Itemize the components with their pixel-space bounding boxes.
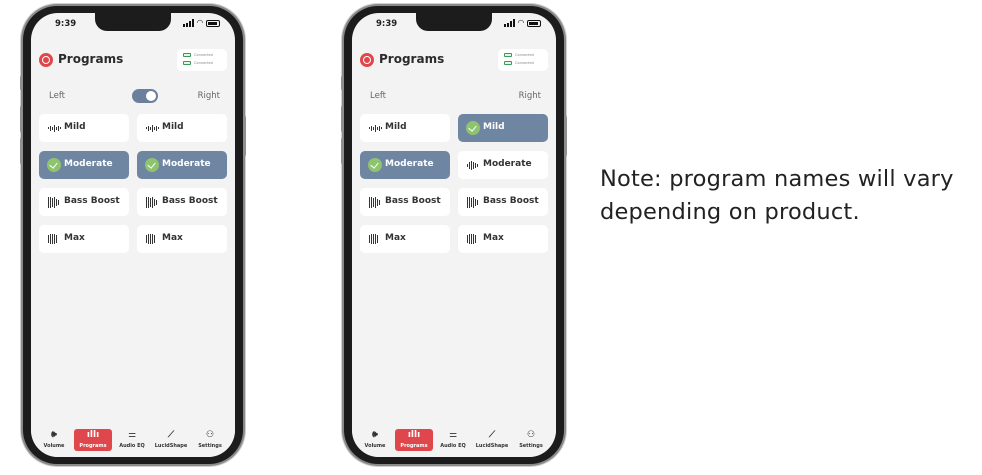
- app-logo-icon: [360, 53, 374, 67]
- right-program-bass-boost[interactable]: Bass Boost: [458, 188, 548, 216]
- note-text: Note: program names will vary depending …: [600, 163, 954, 229]
- waveform-icon: [369, 233, 385, 245]
- waveform-icon: [48, 196, 64, 208]
- note-line-2: depending on product.: [600, 199, 860, 225]
- sliders-icon: ⚌: [127, 430, 137, 440]
- waveform-icon: [369, 196, 385, 208]
- tab-programs[interactable]: ıllı Programs: [74, 429, 112, 451]
- wifi-icon: ◠: [196, 18, 203, 27]
- check-icon: [466, 121, 480, 135]
- tab-audio-eq[interactable]: ⚌ Audio EQ: [434, 429, 472, 451]
- right-label: Right: [197, 91, 220, 101]
- waveform-icon: [146, 196, 162, 208]
- left-label: Left: [49, 91, 65, 101]
- speaker-icon: 🕪: [51, 430, 57, 440]
- tab-lucidshape[interactable]: ⟋ LucidShape: [152, 429, 190, 451]
- check-icon: [47, 158, 61, 172]
- right-program-moderate[interactable]: Moderate: [458, 151, 548, 179]
- waveform-icon: [48, 233, 64, 245]
- status-bar: 9:39 ◠: [31, 18, 235, 32]
- waveform-icon: [146, 233, 162, 245]
- app-logo-icon: [39, 53, 53, 67]
- tab-volume[interactable]: 🕪 Volume: [356, 429, 394, 451]
- header: Programs Connected Connected: [360, 49, 548, 71]
- hearing-aid-battery-icon: [504, 61, 512, 65]
- left-program-max[interactable]: Max: [39, 225, 129, 253]
- page-title: Programs: [379, 52, 445, 66]
- side-selector: Left Right: [367, 89, 541, 103]
- check-icon: [368, 158, 382, 172]
- tab-settings[interactable]: ⚇ Settings: [191, 429, 229, 451]
- status-time: 9:39: [376, 19, 398, 29]
- person-icon: ⚇: [526, 430, 536, 440]
- waveform-icon: ıllı: [407, 430, 421, 440]
- tab-bar: 🕪 Volume ıllı Programs ⚌ Audio EQ ⟋ Luci…: [31, 427, 235, 457]
- right-program-max[interactable]: Max: [137, 225, 227, 253]
- header: Programs Connected Connected: [39, 49, 227, 71]
- waveform-icon: [467, 159, 483, 171]
- status-bar: 9:39 ◠: [352, 18, 556, 32]
- note-line-1: Note: program names will vary: [600, 166, 954, 192]
- tab-settings[interactable]: ⚇ Settings: [512, 429, 550, 451]
- tab-bar: 🕪 Volume ıllı Programs ⚌ Audio EQ ⟋ Luci…: [352, 427, 556, 457]
- chart-icon: ⟋: [167, 430, 175, 440]
- left-program-moderate[interactable]: Moderate: [39, 151, 129, 179]
- phone-screen: 9:39 ◠ Programs Connected Connected Left…: [31, 13, 235, 457]
- battery-icon: [206, 19, 220, 27]
- tab-audio-eq[interactable]: ⚌ Audio EQ: [113, 429, 151, 451]
- connection-status[interactable]: Connected Connected: [498, 49, 548, 71]
- left-label: Left: [370, 91, 386, 101]
- status-time: 9:39: [55, 19, 77, 29]
- link-sides-toggle[interactable]: [132, 89, 158, 103]
- left-program-mild[interactable]: Mild: [39, 114, 129, 142]
- left-program-max[interactable]: Max: [360, 225, 450, 253]
- check-icon: [145, 158, 159, 172]
- waveform-icon: ıllı: [86, 430, 100, 440]
- hearing-aid-battery-icon: [183, 53, 191, 57]
- right-label: Right: [518, 91, 541, 101]
- right-program-mild[interactable]: Mild: [137, 114, 227, 142]
- person-icon: ⚇: [205, 430, 215, 440]
- left-program-bass-boost[interactable]: Bass Boost: [360, 188, 450, 216]
- waveform-icon: [48, 122, 64, 134]
- waveform-icon: [369, 122, 385, 134]
- left-program-moderate[interactable]: Moderate: [360, 151, 450, 179]
- battery-icon: [527, 19, 541, 27]
- signal-icon: [503, 19, 515, 27]
- speaker-icon: 🕪: [372, 430, 378, 440]
- right-program-bass-boost[interactable]: Bass Boost: [137, 188, 227, 216]
- connection-status[interactable]: Connected Connected: [177, 49, 227, 71]
- hearing-aid-battery-icon: [183, 61, 191, 65]
- sliders-icon: ⚌: [448, 430, 458, 440]
- right-program-max[interactable]: Max: [458, 225, 548, 253]
- right-program-mild[interactable]: Mild: [458, 114, 548, 142]
- page-title: Programs: [58, 52, 124, 66]
- signal-icon: [182, 19, 194, 27]
- tab-programs[interactable]: ıllı Programs: [395, 429, 433, 451]
- tab-volume[interactable]: 🕪 Volume: [35, 429, 73, 451]
- left-program-bass-boost[interactable]: Bass Boost: [39, 188, 129, 216]
- hearing-aid-battery-icon: [504, 53, 512, 57]
- waveform-icon: [467, 233, 483, 245]
- left-program-mild[interactable]: Mild: [360, 114, 450, 142]
- tab-lucidshape[interactable]: ⟋ LucidShape: [473, 429, 511, 451]
- side-selector: Left Right: [46, 89, 220, 103]
- waveform-icon: [146, 122, 162, 134]
- wifi-icon: ◠: [517, 18, 524, 27]
- chart-icon: ⟋: [488, 430, 496, 440]
- waveform-icon: [467, 196, 483, 208]
- phone-frame-1: 9:39 ◠ Programs Connected Connected Left…: [20, 6, 246, 464]
- phone-frame-2: 9:39 ◠ Programs Connected Connected Left…: [341, 6, 567, 464]
- right-program-moderate[interactable]: Moderate: [137, 151, 227, 179]
- phone-screen: 9:39 ◠ Programs Connected Connected Left…: [352, 13, 556, 457]
